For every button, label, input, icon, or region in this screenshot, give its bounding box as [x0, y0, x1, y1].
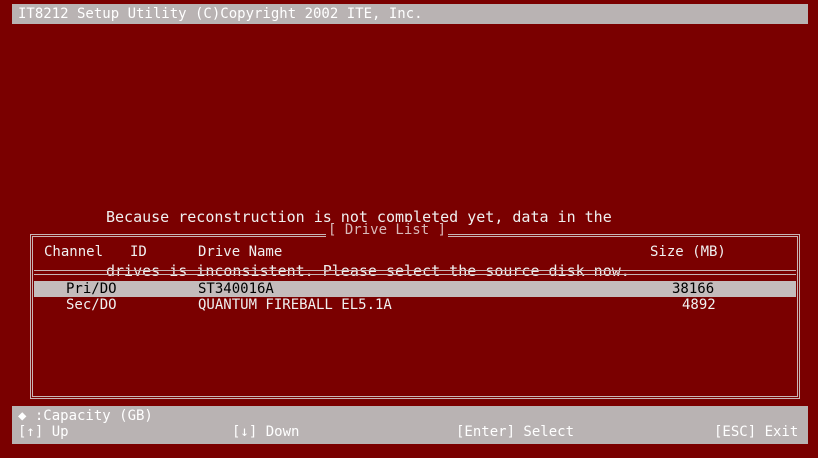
header-separator [34, 270, 796, 275]
drive-row-size: 4892 [682, 297, 716, 313]
down-key-hint[interactable]: [↓] Down [232, 424, 299, 440]
title-bar: IT8212 Setup Utility (C)Copyright 2002 I… [12, 4, 808, 24]
drive-row-channel: Pri/DO [66, 281, 117, 297]
drive-row-2[interactable]: Sec/DO QUANTUM FIREBALL EL5.1A 4892 [34, 297, 796, 313]
column-header-drive-name: Drive Name [198, 244, 283, 260]
exit-key-hint[interactable]: [ESC] Exit [714, 424, 798, 440]
up-key-hint[interactable]: [↑] Up [18, 424, 69, 440]
select-key-hint[interactable]: [Enter] Select [456, 424, 574, 440]
drive-row-name: ST340016A [198, 281, 274, 297]
drive-row-size: 38166 [672, 281, 715, 297]
footer-bar: ◆ :Capacity (GB) [↑] Up [↓] Down [Enter]… [12, 406, 808, 444]
column-header-size: Size (MB) [650, 244, 726, 260]
drive-list-title: [ Drive List ] [326, 222, 449, 238]
column-header-id: ID [130, 244, 147, 260]
drive-row-1[interactable]: Pri/DO ST340016A 38166 [34, 281, 796, 297]
column-header-channel: Channel [44, 244, 104, 260]
drive-row-name: QUANTUM FIREBALL EL5.1A [198, 297, 392, 313]
capacity-hint: ◆ :Capacity (GB) [18, 408, 153, 424]
drive-row-channel: Sec/DO [66, 297, 117, 313]
